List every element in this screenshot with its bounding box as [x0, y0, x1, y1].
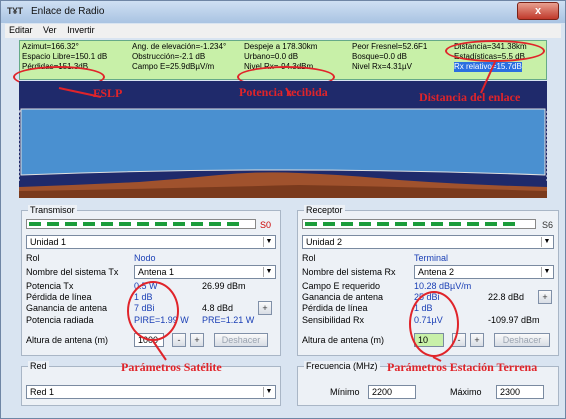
radio-link-window: T¥T Enlace de Radio x Editar Ver Inverti… — [0, 0, 566, 419]
terrena-arrow — [432, 356, 442, 362]
annotation-arrows — [58, 61, 496, 362]
potencia-arrow — [285, 87, 292, 97]
satelite-arrow — [152, 340, 167, 361]
distancia-arrow — [480, 61, 496, 94]
fslp-arrow — [58, 87, 102, 98]
